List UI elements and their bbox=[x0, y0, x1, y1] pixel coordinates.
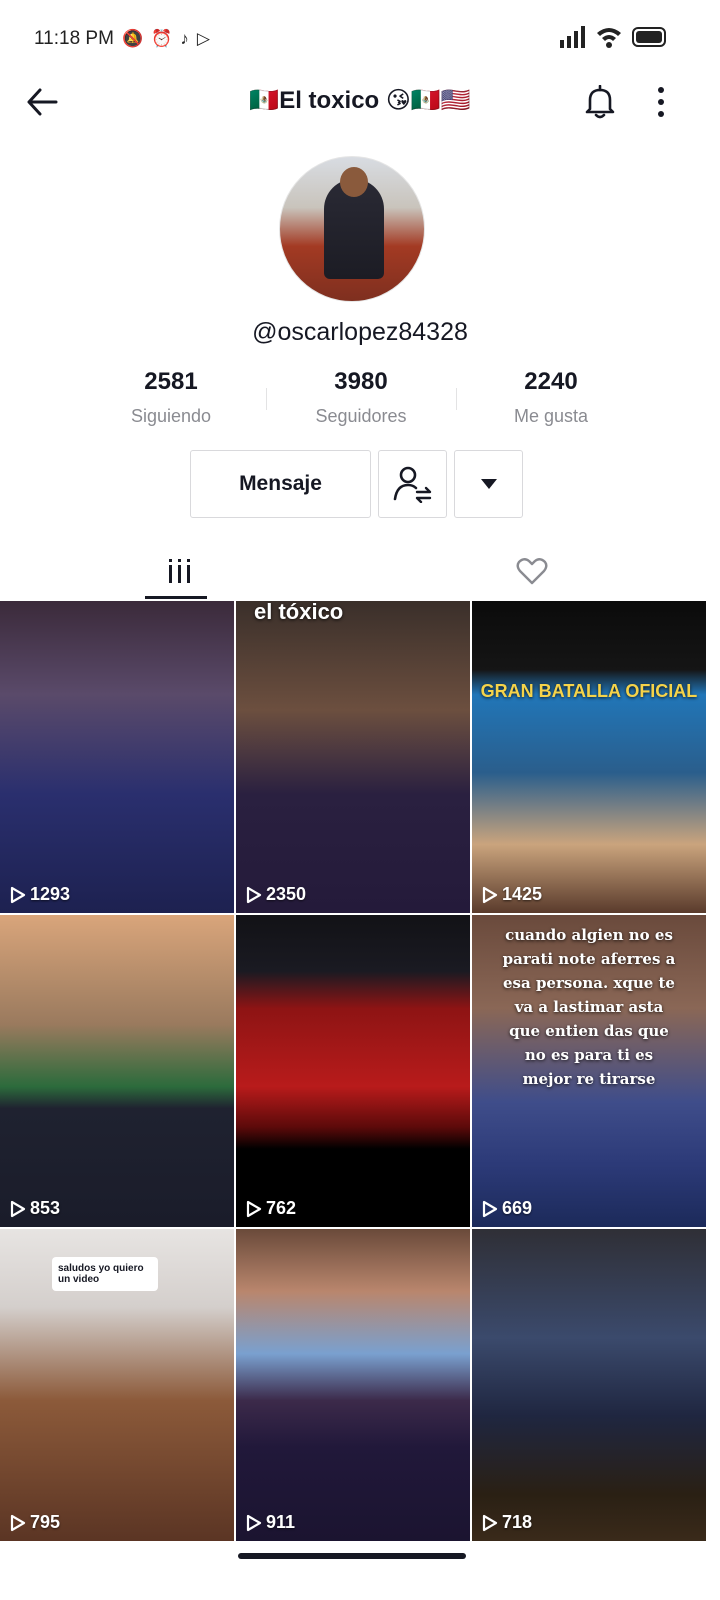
profile-tabs bbox=[0, 540, 720, 602]
profile-header: 🇲🇽El toxico 😘🇲🇽🇺🇸 bbox=[0, 70, 720, 134]
view-count: 1425 bbox=[482, 884, 542, 905]
play-icon bbox=[10, 886, 26, 903]
video-tile[interactable]: el tóxico 2350 bbox=[236, 601, 470, 913]
view-count: 669 bbox=[482, 1198, 532, 1219]
username: @oscarlopez84328 bbox=[252, 318, 468, 346]
play-icon bbox=[10, 1514, 26, 1531]
video-caption: GRAN BATALLA OFICIAL bbox=[480, 681, 698, 701]
status-icons-right bbox=[560, 26, 668, 48]
view-count-value: 762 bbox=[266, 1198, 297, 1218]
video-caption: cuando algien no es parati note aferres … bbox=[502, 926, 676, 1088]
alarm-icon: ⏰ bbox=[151, 29, 173, 48]
view-count-value: 718 bbox=[502, 1512, 533, 1532]
battery-icon bbox=[632, 27, 666, 47]
stat-label: Seguidores bbox=[315, 406, 407, 426]
view-count: 795 bbox=[10, 1512, 60, 1533]
person-swap-icon bbox=[393, 466, 431, 503]
stat-value: 3980 bbox=[334, 368, 388, 395]
mute-icon: 🔕 bbox=[122, 29, 144, 48]
play-icon bbox=[246, 1514, 262, 1531]
view-count-value: 669 bbox=[502, 1198, 533, 1218]
stat-following[interactable]: 2581 Siguiendo bbox=[76, 368, 266, 432]
tab-liked[interactable] bbox=[352, 540, 712, 602]
video-tile[interactable]: 853 bbox=[0, 915, 234, 1227]
video-caption: el tóxico bbox=[254, 601, 344, 624]
play-store-icon: ▷ bbox=[196, 29, 210, 48]
view-count-value: 795 bbox=[30, 1512, 61, 1532]
more-vertical-icon bbox=[658, 87, 664, 93]
active-tab-indicator bbox=[145, 596, 207, 599]
stat-likes[interactable]: 2240 Me gusta bbox=[456, 368, 646, 432]
profile-stats: 2581 Siguiendo 3980 Seguidores 2240 Me g… bbox=[76, 368, 646, 432]
bell-icon bbox=[585, 85, 615, 119]
view-count: 1293 bbox=[10, 884, 70, 905]
home-indicator[interactable] bbox=[238, 1553, 466, 1559]
view-count: 2350 bbox=[246, 884, 306, 905]
view-count: 762 bbox=[246, 1198, 296, 1219]
wifi-icon bbox=[597, 28, 621, 48]
follow-toggle-button[interactable] bbox=[378, 450, 447, 518]
tiktok-icon: ♪ bbox=[180, 29, 189, 48]
signal-icon bbox=[560, 26, 585, 48]
video-tile[interactable]: 911 bbox=[236, 1229, 470, 1541]
video-grid: 1293 el tóxico 2350 GRAN BATALLA OFICIAL… bbox=[0, 601, 706, 1541]
stat-value: 2581 bbox=[144, 368, 198, 395]
view-count: 718 bbox=[482, 1512, 532, 1533]
stat-label: Me gusta bbox=[513, 406, 589, 426]
stat-value: 2240 bbox=[524, 368, 578, 395]
stat-label: Siguiendo bbox=[130, 406, 212, 426]
view-count-value: 1293 bbox=[30, 884, 71, 904]
stat-followers[interactable]: 3980 Seguidores bbox=[266, 368, 456, 432]
video-tile[interactable]: GRAN BATALLA OFICIAL 1425 bbox=[472, 601, 706, 913]
status-icons-left: 🔕 ⏰ ♪ ▷ bbox=[122, 28, 210, 50]
status-bar: 11:18 PM 🔕 ⏰ ♪ ▷ bbox=[0, 0, 720, 80]
play-icon bbox=[482, 1200, 498, 1217]
play-icon bbox=[246, 1200, 262, 1217]
view-count-value: 853 bbox=[30, 1198, 61, 1218]
caret-down-icon bbox=[480, 479, 497, 489]
video-tile[interactable]: 1293 bbox=[0, 601, 234, 913]
video-tile[interactable]: cuando algien no es parati note aferres … bbox=[472, 915, 706, 1227]
play-icon bbox=[10, 1200, 26, 1217]
play-icon bbox=[482, 886, 498, 903]
view-count-value: 2350 bbox=[266, 884, 307, 904]
video-caption: saludos yo quiero un video bbox=[52, 1257, 158, 1291]
play-icon bbox=[246, 886, 262, 903]
play-icon bbox=[482, 1514, 498, 1531]
tab-videos[interactable] bbox=[0, 540, 360, 602]
suggestions-dropdown-button[interactable] bbox=[454, 450, 523, 518]
video-tile[interactable]: 718 bbox=[472, 1229, 706, 1541]
view-count: 853 bbox=[10, 1198, 60, 1219]
view-count-value: 911 bbox=[266, 1512, 296, 1532]
more-options-button[interactable] bbox=[646, 82, 676, 122]
notification-button[interactable] bbox=[580, 82, 620, 122]
avatar[interactable] bbox=[279, 156, 425, 302]
view-count: 911 bbox=[246, 1512, 295, 1533]
video-tile[interactable]: 762 bbox=[236, 915, 470, 1227]
status-time: 11:18 PM bbox=[34, 28, 114, 49]
video-tile[interactable]: saludos yo quiero un video 795 bbox=[0, 1229, 234, 1541]
heart-outline-icon bbox=[516, 558, 548, 585]
view-count-value: 1425 bbox=[502, 884, 543, 904]
message-button[interactable]: Mensaje bbox=[190, 450, 371, 518]
grid-bars-icon bbox=[169, 559, 190, 583]
